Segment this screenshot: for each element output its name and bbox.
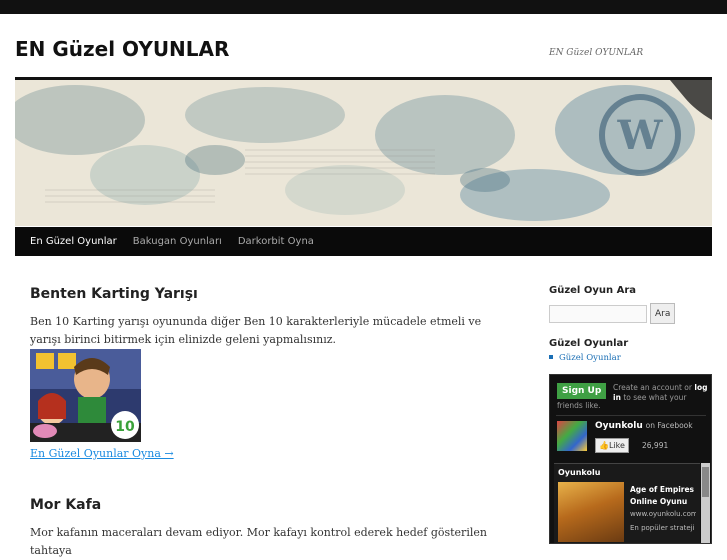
facebook-create-text: Create an account or log in to see what … [613, 383, 708, 402]
facebook-feed-item-url[interactable]: www.oyunkolu.com [630, 510, 696, 518]
post-excerpt: Mor kafanın maceraları devam ediyor. Mor… [30, 526, 487, 557]
bullet-icon [549, 355, 553, 359]
search-input[interactable] [549, 304, 647, 323]
header-banner-image: W [15, 80, 712, 226]
category-item[interactable]: Güzel Oyunlar [549, 353, 712, 363]
nav-item-bakugan-oyunlari[interactable]: Bakugan Oyunları [125, 227, 230, 256]
age-of-empires-image[interactable] [558, 482, 624, 542]
post-benten-karting: Benten Karting Yarışı Ben 10 Karting yar… [30, 286, 510, 461]
scrollbar-thumb[interactable] [702, 467, 709, 497]
svg-text:10: 10 [115, 419, 135, 435]
post-title[interactable]: Benten Karting Yarışı [30, 286, 510, 302]
search-form: Ara [549, 303, 712, 324]
facebook-page-name[interactable]: Oyunkolu on Facebook [595, 421, 693, 431]
categories-widget: Güzel Oyunlar Güzel Oyunlar [549, 338, 712, 363]
facebook-like-button[interactable]: 👍 Like [595, 438, 629, 453]
nav-item-darkorbit-oyna[interactable]: Darkorbit Oyna [230, 227, 322, 256]
categories-widget-title: Güzel Oyunlar [549, 338, 629, 349]
site-title[interactable]: EN Güzel OYUNLAR [15, 37, 229, 61]
oyunkolu-logo[interactable] [557, 421, 587, 451]
facebook-feed: Oyunkolu Age of Empires Online Oyunu www… [554, 463, 700, 543]
post-mor-kafa: Mor Kafa Mor kafanın maceraları devam ed… [30, 497, 510, 560]
facebook-feed-scrollbar[interactable] [701, 463, 710, 543]
facebook-feed-title[interactable]: Oyunkolu [558, 468, 600, 477]
read-more-link[interactable]: En Güzel Oyunlar Oyna → [30, 447, 174, 460]
facebook-friends-like-text: friends like. [557, 401, 601, 410]
search-widget-title: Güzel Oyun Ara [549, 285, 636, 296]
nav-item-en-guzel-oyunlar[interactable]: En Güzel Oyunlar [15, 227, 125, 256]
main-navigation: En Güzel Oyunlar Bakugan Oyunları Darkor… [15, 227, 712, 256]
facebook-feed-item-description: En popüler strateji [630, 524, 695, 532]
sidebar: Güzel Oyun Ara Ara Güzel Oyunlar Güzel O… [549, 285, 712, 544]
post-title[interactable]: Mor Kafa [30, 497, 510, 513]
svg-text:W: W [617, 112, 664, 159]
site-description: EN Güzel OYUNLAR [549, 48, 644, 58]
facebook-signup-button[interactable]: Sign Up [557, 383, 607, 399]
search-button[interactable]: Ara [650, 303, 676, 324]
categories-list: Güzel Oyunlar [549, 353, 712, 363]
facebook-like-count: 26,991 [642, 441, 669, 450]
top-bar [0, 0, 727, 14]
main-content: Benten Karting Yarışı Ben 10 Karting yar… [30, 280, 510, 560]
thumbs-up-icon: 👍 [599, 441, 609, 450]
post-excerpt: Ben 10 Karting yarışı oyununda diğer Ben… [30, 315, 482, 346]
facebook-feed-item-title[interactable]: Age of Empires Online Oyunu [630, 484, 696, 508]
facebook-divider [556, 415, 706, 416]
post-thumbnail-image[interactable]: 10 [30, 349, 141, 442]
facebook-like-box: Sign Up Create an account or log in to s… [549, 374, 712, 544]
